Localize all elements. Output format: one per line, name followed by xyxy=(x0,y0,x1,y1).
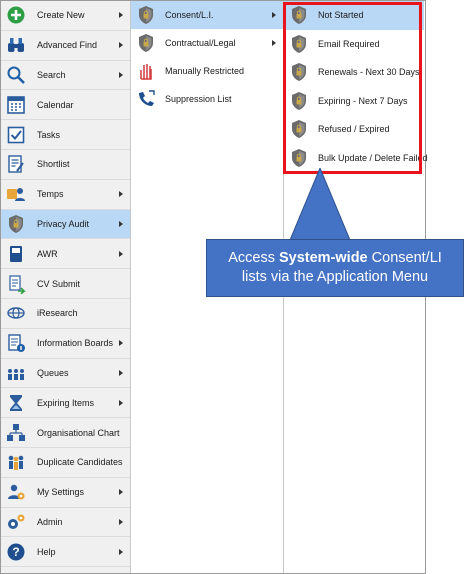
info-board-icon xyxy=(6,333,26,353)
submenu-item-manually-restricted-label: Manually Restricted xyxy=(165,66,245,76)
shortlist-icon xyxy=(6,154,26,174)
svg-text:?: ? xyxy=(12,545,19,559)
submenu-item-contractual-legal-label: Contractual/Legal xyxy=(165,38,236,48)
submenu-arrow-icon xyxy=(119,71,123,78)
calendar-icon xyxy=(6,95,26,115)
checkbox-icon xyxy=(6,125,26,145)
privacy-audit-submenu: Consent/L.I. Contractual/Legal Manually Re… xyxy=(131,1,283,113)
menu-item-my-settings[interactable]: My Settings xyxy=(1,478,130,508)
submenu-item-contractual-legal[interactable]: Contractual/Legal xyxy=(131,29,283,57)
menu-item-expiring-items[interactable]: Expiring Items xyxy=(1,388,130,419)
menu-item-advanced-find-label: Advanced Find xyxy=(37,40,98,51)
menu-item-tasks-label: Tasks xyxy=(37,129,61,140)
menu-item-awr[interactable]: AWR xyxy=(1,239,130,270)
menu-item-information-boards[interactable]: Information Boards xyxy=(1,329,130,359)
suppression-phone-icon xyxy=(136,89,156,109)
temps-icon xyxy=(6,184,26,204)
menu-item-iresearch[interactable]: iResearch xyxy=(1,299,130,329)
queue-icon xyxy=(6,363,26,383)
menu-item-temps-label: Temps xyxy=(37,189,64,200)
binoculars-icon xyxy=(6,35,26,55)
menu-item-calendar-label: Calendar xyxy=(37,99,74,110)
menu-item-advanced-find[interactable]: Advanced Find xyxy=(1,31,130,61)
submenu-arrow-icon xyxy=(272,40,276,46)
menu-item-queues-label: Queues xyxy=(37,367,69,378)
menu-item-search[interactable]: Search xyxy=(1,61,130,91)
submenu-arrow-icon xyxy=(119,250,123,257)
book-icon xyxy=(6,244,26,264)
submenu-item-consent-l-i[interactable]: Consent/L.I. xyxy=(131,1,283,29)
submenu-arrow-icon xyxy=(119,191,123,198)
submenu-arrow-icon xyxy=(119,42,123,49)
submenu-arrow-icon xyxy=(119,399,123,406)
menu-item-search-label: Search xyxy=(37,69,66,80)
menu-item-admin-label: Admin xyxy=(37,516,63,527)
submenu-arrow-icon xyxy=(119,489,123,496)
magnifier-icon xyxy=(6,65,26,85)
menu-item-privacy-audit[interactable]: Privacy Audit xyxy=(1,209,130,240)
person-gear-icon xyxy=(6,482,26,502)
shield-icon xyxy=(6,214,26,234)
callout-bold: System-wide xyxy=(278,250,368,266)
callout-pointer xyxy=(290,168,351,241)
callout-line2: lists via the Application Menu xyxy=(241,269,429,285)
help-icon: ? xyxy=(6,542,26,562)
submenu-item-suppression-list-label: Suppression List xyxy=(165,94,232,104)
menu-item-tasks[interactable]: Tasks xyxy=(1,120,130,150)
org-chart-icon xyxy=(6,423,26,443)
menu-item-shortlist-label: Shortlist xyxy=(37,159,70,170)
submenu-arrow-icon xyxy=(119,340,123,347)
submenu-arrow-icon xyxy=(272,12,276,18)
menu-item-help[interactable]: ? Help xyxy=(1,537,130,568)
menu-item-create-new[interactable]: Create New xyxy=(1,1,130,31)
shield-icon xyxy=(136,5,156,25)
menu-item-help-label: Help xyxy=(37,546,56,557)
menu-item-privacy-audit-label: Privacy Audit xyxy=(37,218,90,229)
gears-icon xyxy=(6,512,26,532)
hourglass-icon xyxy=(6,393,26,413)
shield-icon xyxy=(136,33,156,53)
submenu-arrow-icon xyxy=(119,548,123,555)
submenu-arrow-icon xyxy=(119,518,123,525)
menu-item-duplicate-candidates-label: Duplicate Candidates xyxy=(37,457,123,468)
submenu-item-consent-l-i-label: Consent/L.I. xyxy=(165,10,214,20)
menu-item-expiring-items-label: Expiring Items xyxy=(37,397,95,408)
menu-item-iresearch-label: iResearch xyxy=(37,308,78,319)
restricted-hand-icon xyxy=(136,61,156,81)
menu-item-duplicate-candidates[interactable]: Duplicate Candidates xyxy=(1,448,130,478)
menu-item-temps[interactable]: Temps xyxy=(1,180,130,210)
callout-prefix: Access xyxy=(228,250,279,266)
submenu-arrow-icon xyxy=(119,369,123,376)
highlight-box xyxy=(283,2,422,174)
menu-item-my-settings-label: My Settings xyxy=(37,487,85,498)
cv-submit-icon xyxy=(6,274,26,294)
main-menu: Create New Advanced Find Search Calendar Tas… xyxy=(1,1,130,573)
menu-item-information-boards-label: Information Boards xyxy=(37,338,114,349)
plus-circle-icon xyxy=(6,5,26,25)
menu-item-create-new-label: Create New xyxy=(37,10,85,21)
submenu-arrow-icon xyxy=(119,220,123,227)
menu-item-shortlist[interactable]: Shortlist xyxy=(1,150,130,180)
menu-item-cv-submit-label: CV Submit xyxy=(37,278,81,289)
duplicate-people-icon xyxy=(6,452,26,472)
menu-item-calendar[interactable]: Calendar xyxy=(1,90,130,121)
submenu-item-manually-restricted[interactable]: Manually Restricted xyxy=(131,57,283,85)
menu-item-awr-label: AWR xyxy=(37,248,58,259)
menu-item-queues[interactable]: Queues xyxy=(1,359,130,389)
submenu-arrow-icon xyxy=(119,12,123,19)
callout-middle: Consent/LI xyxy=(367,250,442,266)
submenu-item-suppression-list[interactable]: Suppression List xyxy=(131,85,283,113)
menu-item-admin[interactable]: Admin xyxy=(1,508,130,538)
globe-icon xyxy=(6,303,26,323)
menu-item-organisational-chart[interactable]: Organisational Chart xyxy=(1,418,130,448)
menu-item-cv-submit[interactable]: CV Submit xyxy=(1,269,130,299)
callout-note: Access System-wide Consent/LI lists via … xyxy=(206,239,464,297)
menu-item-organisational-chart-label: Organisational Chart xyxy=(37,427,120,438)
